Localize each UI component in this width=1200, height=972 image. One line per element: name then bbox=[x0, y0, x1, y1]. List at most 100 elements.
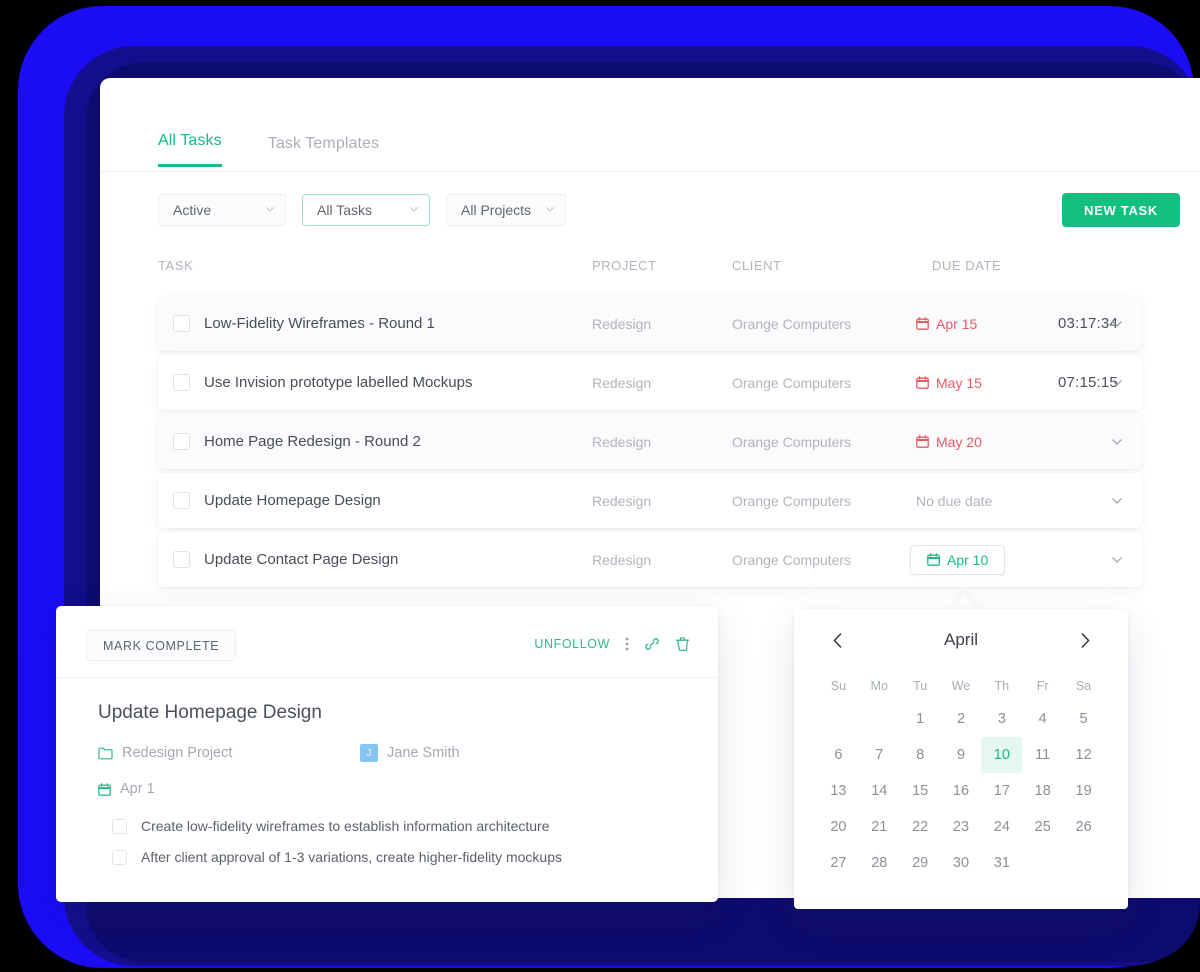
calendar-day[interactable]: 25 bbox=[1022, 809, 1063, 845]
chevron-down-icon[interactable] bbox=[1112, 556, 1122, 563]
calendar-day-name: Fr bbox=[1036, 679, 1049, 693]
task-client: Orange Computers bbox=[732, 551, 852, 568]
calendar-day[interactable]: 6 bbox=[818, 737, 859, 773]
mark-complete-button[interactable]: MARK COMPLETE bbox=[86, 630, 237, 661]
task-detail-title: Update Homepage Design bbox=[98, 702, 322, 723]
calendar-day[interactable]: 4 bbox=[1022, 701, 1063, 737]
subtask-item[interactable]: Create low-fidelity wireframes to establ… bbox=[112, 818, 562, 834]
calendar-day[interactable]: 5 bbox=[1063, 701, 1104, 737]
subtask-checkbox[interactable] bbox=[112, 818, 127, 834]
subtask-checkbox[interactable] bbox=[112, 849, 127, 865]
calendar-day[interactable]: 24 bbox=[981, 809, 1022, 845]
avatar: J bbox=[360, 744, 378, 762]
calendar-header: April bbox=[794, 609, 1128, 671]
table-row[interactable]: Low-Fidelity Wireframes - Round 1 Redesig… bbox=[158, 296, 1142, 351]
task-checkbox[interactable] bbox=[173, 374, 190, 391]
chevron-down-icon[interactable] bbox=[1112, 438, 1122, 445]
task-detail-due-date[interactable]: Apr 1 bbox=[98, 781, 155, 797]
chevron-left-icon[interactable] bbox=[826, 629, 848, 651]
calendar-day[interactable]: 11 bbox=[1022, 737, 1063, 773]
table-row[interactable]: Home Page Redesign - Round 2 Redesign Oran… bbox=[158, 414, 1142, 469]
filter-tasks-select[interactable]: All Tasks bbox=[302, 194, 430, 226]
calendar-day[interactable]: 30 bbox=[941, 845, 982, 881]
calendar-day[interactable]: 29 bbox=[900, 845, 941, 881]
task-due-date[interactable]: May 15 bbox=[916, 375, 982, 391]
tab-task-templates[interactable]: Task Templates bbox=[268, 135, 379, 167]
chevron-down-icon[interactable] bbox=[1112, 379, 1122, 386]
calendar-day[interactable]: 14 bbox=[859, 773, 900, 809]
calendar-day[interactable]: 18 bbox=[1022, 773, 1063, 809]
task-client: Orange Computers bbox=[732, 374, 852, 391]
calendar-day[interactable]: 3 bbox=[981, 701, 1022, 737]
calendar-day-selected[interactable]: 10 bbox=[981, 737, 1023, 773]
calendar-day-name: Mo bbox=[870, 679, 888, 693]
screenshot-stage: All Tasks Task Templates Active All Task… bbox=[0, 0, 1200, 972]
table-header: TASK PROJECT CLIENT DUE DATE bbox=[100, 250, 1200, 294]
calendar-day[interactable]: 20 bbox=[818, 809, 859, 845]
calendar-day[interactable]: 1 bbox=[900, 701, 941, 737]
task-detail-toolbar: MARK COMPLETE UNFOLLOW bbox=[56, 606, 718, 678]
subtask-item[interactable]: After client approval of 1-3 variations,… bbox=[112, 849, 562, 865]
task-detail-project[interactable]: Redesign Project bbox=[98, 745, 360, 761]
column-header-due-date: DUE DATE bbox=[932, 258, 1002, 273]
task-checkbox[interactable] bbox=[173, 433, 190, 450]
calendar-day[interactable]: 23 bbox=[941, 809, 982, 845]
calendar-day[interactable]: 7 bbox=[859, 737, 900, 773]
unfollow-button[interactable]: UNFOLLOW bbox=[534, 637, 610, 651]
due-date-label: May 20 bbox=[936, 433, 982, 450]
calendar-day[interactable]: 28 bbox=[859, 845, 900, 881]
column-header-project: PROJECT bbox=[592, 258, 657, 273]
calendar-day[interactable]: 13 bbox=[818, 773, 859, 809]
calendar-day-name: Su bbox=[830, 679, 847, 693]
task-client: Orange Computers bbox=[732, 492, 852, 509]
calendar-day[interactable]: 9 bbox=[941, 737, 982, 773]
trash-icon[interactable] bbox=[675, 636, 690, 652]
calendar-day[interactable]: 26 bbox=[1063, 809, 1104, 845]
calendar-day[interactable]: 17 bbox=[981, 773, 1022, 809]
calendar-day-name: Tu bbox=[913, 679, 928, 693]
task-due-date[interactable]: May 20 bbox=[916, 434, 982, 450]
task-project: Redesign bbox=[592, 551, 652, 568]
chevron-down-icon[interactable] bbox=[1112, 320, 1122, 327]
calendar-popup-pointer bbox=[952, 594, 978, 609]
filter-status-label: Active bbox=[173, 202, 212, 218]
calendar-day[interactable]: 16 bbox=[941, 773, 982, 809]
calendar-day[interactable]: 12 bbox=[1063, 737, 1104, 773]
filter-status-select[interactable]: Active bbox=[158, 194, 286, 226]
subtask-label: Create low-fidelity wireframes to establ… bbox=[141, 818, 550, 834]
table-row[interactable]: Update Homepage Design Redesign Orange Com… bbox=[158, 473, 1142, 528]
task-name: Home Page Redesign - Round 2 bbox=[204, 433, 421, 450]
task-checkbox[interactable] bbox=[173, 492, 190, 509]
calendar-day[interactable]: 8 bbox=[900, 737, 941, 773]
table-row[interactable]: Update Contact Page Design Redesign Orange… bbox=[158, 532, 1142, 587]
calendar-day[interactable]: 19 bbox=[1063, 773, 1104, 809]
tab-all-tasks[interactable]: All Tasks bbox=[158, 132, 222, 167]
task-timer: 03:17:34 bbox=[1058, 315, 1118, 332]
task-detail-assignee[interactable]: J Jane Smith bbox=[360, 744, 460, 762]
task-due-date[interactable]: Apr 10 bbox=[910, 544, 1006, 575]
tab-bar: All Tasks Task Templates bbox=[158, 132, 379, 167]
calendar-icon bbox=[927, 553, 940, 566]
calendar-day[interactable]: 2 bbox=[941, 701, 982, 737]
task-checkbox[interactable] bbox=[173, 551, 190, 568]
chevron-right-icon[interactable] bbox=[1074, 629, 1096, 651]
new-task-button[interactable]: NEW TASK bbox=[1062, 193, 1180, 227]
chevron-down-icon[interactable] bbox=[1112, 497, 1122, 504]
calendar-day[interactable]: 31 bbox=[981, 845, 1022, 881]
calendar-day[interactable]: 27 bbox=[818, 845, 859, 881]
filter-projects-select[interactable]: All Projects bbox=[446, 194, 566, 226]
task-due-date[interactable]: No due date bbox=[916, 493, 992, 509]
task-due-date[interactable]: Apr 15 bbox=[916, 316, 977, 332]
task-checkbox[interactable] bbox=[173, 315, 190, 332]
link-icon[interactable] bbox=[644, 636, 660, 652]
table-row[interactable]: Use Invision prototype labelled Mockups R… bbox=[158, 355, 1142, 410]
due-date-label: Apr 15 bbox=[936, 315, 978, 332]
task-client: Orange Computers bbox=[732, 433, 852, 450]
calendar-day[interactable]: 15 bbox=[900, 773, 941, 809]
task-client: Orange Computers bbox=[732, 315, 852, 332]
calendar-day-blank bbox=[859, 701, 900, 737]
calendar-day[interactable]: 21 bbox=[859, 809, 900, 845]
task-detail-due-date-label: Apr 1 bbox=[120, 781, 155, 797]
calendar-day[interactable]: 22 bbox=[900, 809, 941, 845]
more-vertical-icon[interactable] bbox=[625, 636, 629, 652]
